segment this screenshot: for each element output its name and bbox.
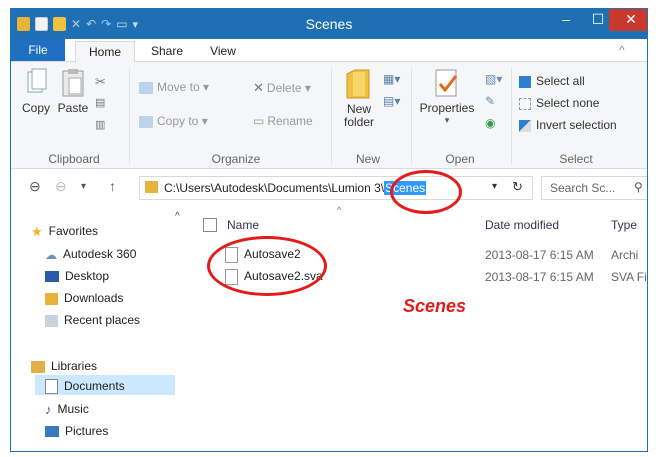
nav-item-autodesk-360[interactable]: ☁ Autodesk 360 <box>45 247 136 262</box>
copy-icon <box>27 68 47 93</box>
nav-item-documents[interactable]: Documents <box>45 379 125 395</box>
select-none-icon <box>519 97 531 110</box>
chevron-up-icon[interactable]: ^ <box>619 43 625 57</box>
annotation-label: Scenes <box>403 296 467 316</box>
tab-view[interactable]: View <box>203 41 243 61</box>
edit-icon[interactable]: ✎ <box>485 94 495 108</box>
back-button[interactable]: ⊖ <box>29 178 41 195</box>
explorer-window: ✕ ↶ ↷ ▭ ▾ Scenes – ☐ ✕ File Home Share V… <box>10 8 648 452</box>
paste-shortcut-icon[interactable]: ▥ <box>95 118 105 131</box>
cloud-icon: ☁ <box>45 247 57 262</box>
group-label-new: New <box>355 152 380 166</box>
delete-icon: ✕ <box>253 80 264 95</box>
column-header-name[interactable]: Name <box>227 218 259 232</box>
move-to-button[interactable]: Move to ▾ <box>139 80 209 94</box>
pictures-icon <box>45 426 59 438</box>
group-label-clipboard: Clipboard <box>48 152 100 166</box>
new-folder-icon <box>346 69 370 99</box>
tab-home[interactable]: Home <box>75 41 135 62</box>
copy-button[interactable]: Copy <box>19 68 53 115</box>
divider <box>331 68 332 164</box>
tab-share[interactable]: Share <box>147 41 187 61</box>
nav-item-recent-places[interactable]: Recent places <box>45 313 140 327</box>
forward-button[interactable]: ⊖ <box>55 178 67 195</box>
select-all-button[interactable]: Select all <box>519 74 585 88</box>
invert-selection-button[interactable]: Invert selection <box>519 118 617 132</box>
open-icon[interactable]: ▧▾ <box>485 72 502 86</box>
select-all-icon <box>519 75 531 88</box>
ribbon-tabs: File Home Share View ^ <box>11 39 647 62</box>
tab-file[interactable]: File <box>11 39 65 61</box>
music-icon: ♪ <box>45 402 52 418</box>
rename-button[interactable]: ▭ Rename <box>253 114 313 128</box>
history-icon[interactable]: ◉ <box>485 116 495 130</box>
search-box[interactable]: Search Sc... ⚲ <box>541 176 647 200</box>
nav-favorites[interactable]: ★ Favorites <box>31 224 98 240</box>
divider <box>411 68 412 164</box>
file-date: 2013-08-17 6:15 AM <box>485 248 594 262</box>
new-item-icon[interactable]: ▦▾ <box>383 72 400 86</box>
star-icon: ★ <box>31 224 43 239</box>
select-none-button[interactable]: Select none <box>519 96 599 110</box>
navigation-bar: ⊖ ⊖ ▾ ↑ C:\Users\Autodesk\Documents\Lumi… <box>11 169 647 205</box>
nav-libraries[interactable]: Libraries <box>31 359 97 373</box>
properties-button[interactable]: Properties ▾ <box>415 68 479 126</box>
properties-icon <box>435 69 458 97</box>
column-header-date-modified[interactable]: Date modified <box>485 218 559 232</box>
chevron-down-icon: ▾ <box>444 115 450 125</box>
copy-to-icon <box>139 115 153 128</box>
desktop-icon <box>45 271 59 283</box>
invert-selection-icon <box>519 119 531 132</box>
rename-icon: ▭ <box>253 114 265 128</box>
select-all-checkbox[interactable] <box>203 218 217 232</box>
cut-icon[interactable]: ✂ <box>95 74 106 90</box>
downloads-icon <box>45 292 58 305</box>
search-input[interactable]: Search Sc... <box>550 181 615 195</box>
refresh-icon[interactable]: ↻ <box>512 179 523 195</box>
file-type: SVA File <box>611 270 647 284</box>
copy-path-icon[interactable]: ▤ <box>95 96 105 109</box>
file-date: 2013-08-17 6:15 AM <box>485 270 594 284</box>
documents-icon <box>45 379 58 395</box>
address-path: C:\Users\Autodesk\Documents\Lumion 3\ <box>164 181 385 195</box>
delete-button[interactable]: ✕ Delete ▾ <box>253 80 311 96</box>
file-type: Archi <box>611 248 639 262</box>
scroll-up-icon[interactable]: ^ <box>175 211 180 222</box>
highlight-oval-address <box>390 170 462 214</box>
divider <box>129 68 130 164</box>
sort-arrow-icon: ^ <box>337 205 342 215</box>
minimize-button[interactable]: – <box>551 9 581 31</box>
up-button[interactable]: ↑ <box>109 178 116 194</box>
nav-item-downloads[interactable]: Downloads <box>45 291 123 305</box>
copy-to-button[interactable]: Copy to ▾ <box>139 114 208 128</box>
recent-places-icon <box>45 314 58 327</box>
paste-icon <box>62 69 84 97</box>
highlight-oval-files <box>207 236 327 296</box>
column-header-type[interactable]: Type <box>611 218 637 232</box>
easy-access-icon[interactable]: ▤▾ <box>383 94 400 108</box>
paste-button[interactable]: Paste <box>55 68 91 115</box>
libraries-icon <box>31 360 45 373</box>
nav-item-pictures[interactable]: Pictures <box>45 424 108 438</box>
recent-locations-button[interactable]: ▾ <box>81 181 86 192</box>
divider <box>511 68 512 164</box>
move-to-icon <box>139 81 153 94</box>
nav-item-music[interactable]: ♪ Music <box>45 402 89 417</box>
group-label-open: Open <box>445 152 475 166</box>
close-button[interactable]: ✕ <box>609 9 647 31</box>
address-bar[interactable]: C:\Users\Autodesk\Documents\Lumion 3\Sce… <box>139 176 533 200</box>
folder-icon <box>145 181 158 193</box>
chevron-down-icon[interactable]: ▾ <box>492 181 497 192</box>
new-folder-button[interactable]: New folder <box>337 66 381 129</box>
group-label-organize: Organize <box>211 152 261 166</box>
title-bar: ✕ ↶ ↷ ▭ ▾ Scenes – ☐ ✕ <box>11 9 647 39</box>
search-icon: ⚲ <box>634 180 643 194</box>
nav-item-desktop[interactable]: Desktop <box>45 269 109 283</box>
ribbon: Copy Paste ✂ ▤ ▥ Clipboard Move to ▾ Cop… <box>11 62 647 169</box>
group-label-select: Select <box>559 152 593 166</box>
